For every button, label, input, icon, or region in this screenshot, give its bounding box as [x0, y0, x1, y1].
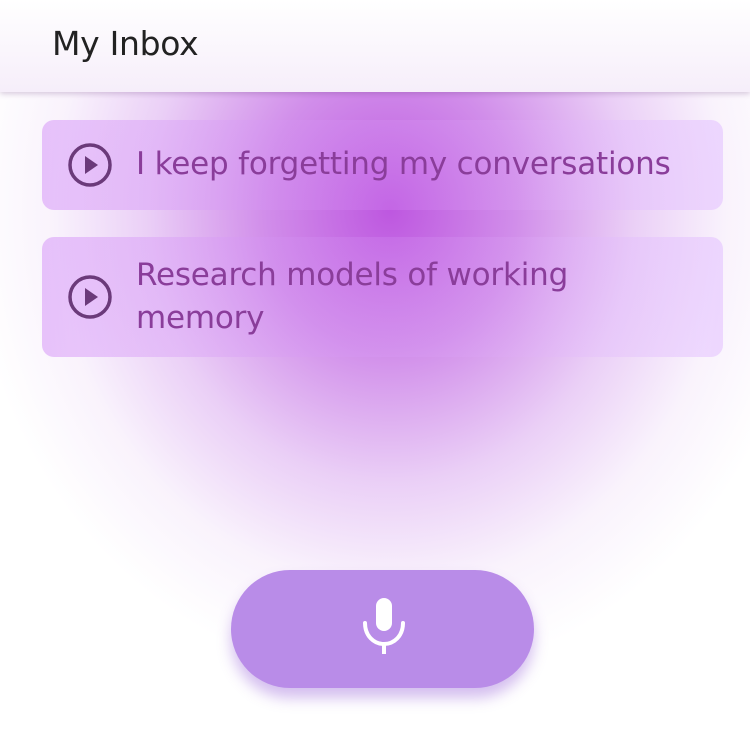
inbox-item[interactable]: Research models of working memory — [42, 237, 723, 357]
inbox-item[interactable]: I keep forgetting my conversations — [42, 120, 723, 210]
app-bar: My Inbox — [0, 0, 750, 92]
inbox-item-text: I keep forgetting my conversations — [136, 146, 671, 182]
inbox-item-text: Research models of working memory — [136, 257, 569, 336]
page-title: My Inbox — [52, 24, 199, 63]
play-circle-icon[interactable] — [67, 142, 113, 188]
inbox-list: I keep forgetting my conversations Resea… — [42, 120, 723, 384]
play-circle-icon[interactable] — [67, 274, 113, 320]
microphone-icon — [360, 596, 408, 656]
